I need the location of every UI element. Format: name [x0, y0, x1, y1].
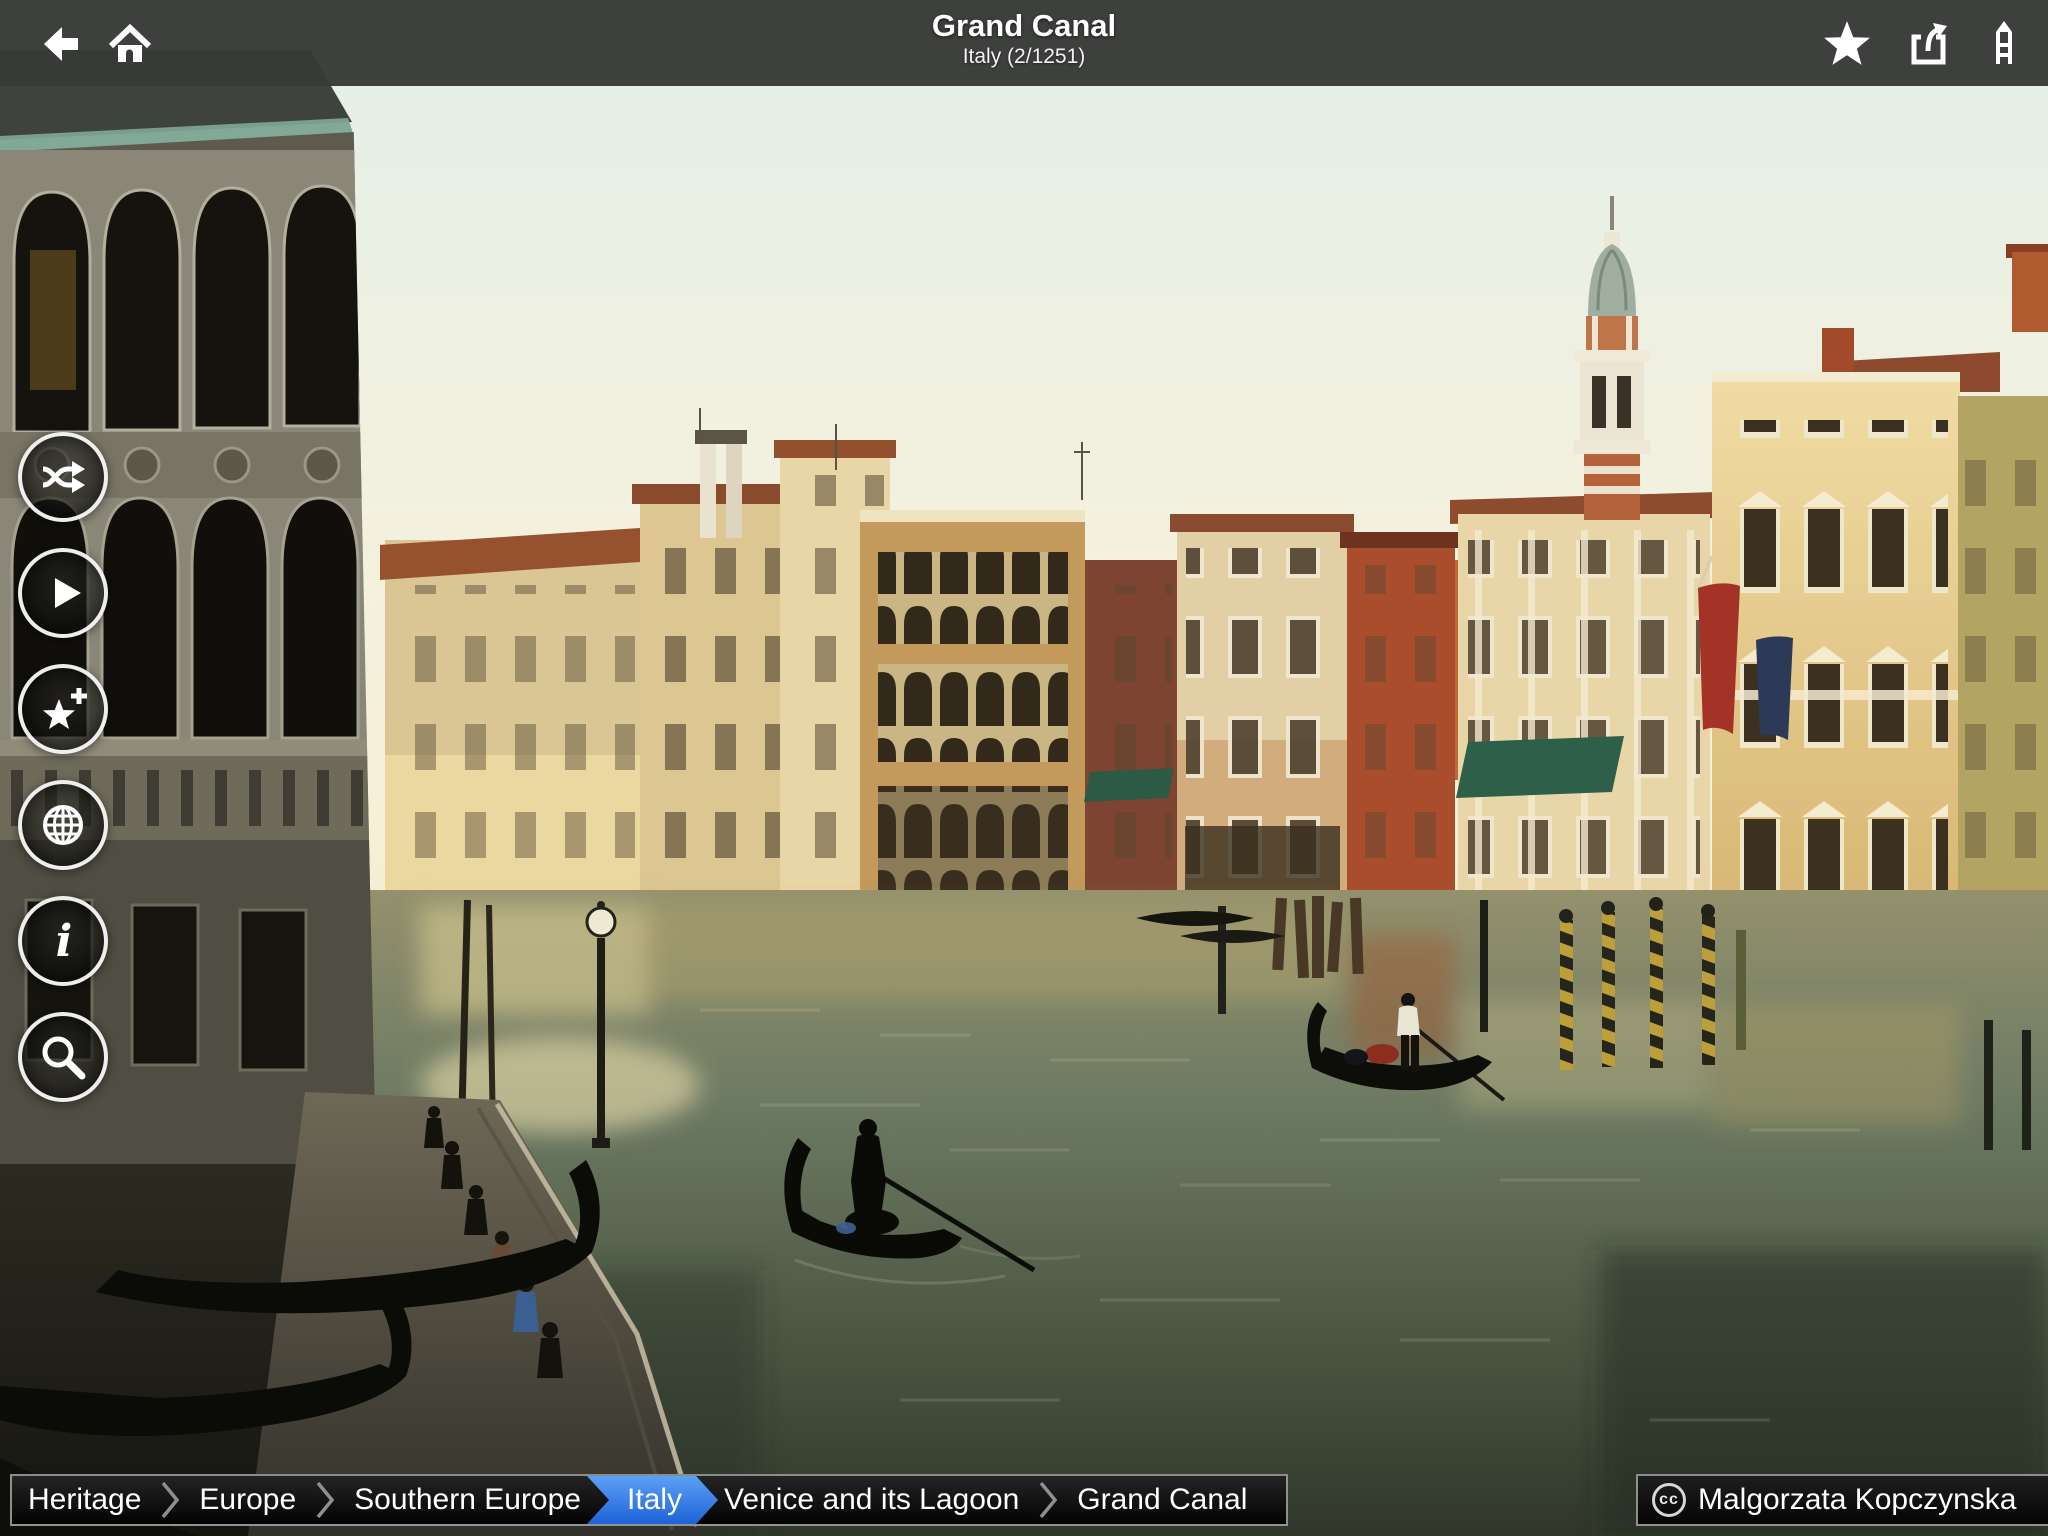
- home-button[interactable]: [98, 0, 162, 86]
- svg-text:i: i: [56, 916, 73, 967]
- add-favorite-button[interactable]: [18, 664, 108, 754]
- photo-grand-canal[interactable]: [0, 0, 2048, 1536]
- chevron-right-icon: [157, 1476, 183, 1524]
- creative-commons-icon: cc: [1652, 1483, 1686, 1517]
- attribution-author: Malgorzata Kopczynska: [1698, 1483, 2017, 1517]
- breadcrumb-item-venice-lagoon[interactable]: Venice and its Lagoon: [708, 1476, 1035, 1524]
- tower-button[interactable]: [1972, 0, 2036, 86]
- photo-title-block: Grand Canal Italy (2/1251): [932, 7, 1116, 69]
- play-icon: [37, 567, 89, 619]
- breadcrumb-item-grand-canal[interactable]: Grand Canal: [1061, 1476, 1263, 1524]
- breadcrumb-item-europe[interactable]: Europe: [183, 1476, 312, 1524]
- info-icon: i: [37, 915, 89, 967]
- search-icon: [37, 1031, 89, 1083]
- home-icon: [106, 19, 154, 67]
- breadcrumb-item-heritage[interactable]: Heritage: [12, 1476, 157, 1524]
- chevron-right-icon: [312, 1476, 338, 1524]
- attribution[interactable]: cc Malgorzata Kopczynska: [1636, 1474, 2048, 1526]
- star-icon: [1822, 18, 1872, 68]
- shuffle-button[interactable]: [18, 432, 108, 522]
- breadcrumb-item-italy-active[interactable]: Italy: [587, 1476, 718, 1524]
- favorite-button[interactable]: [1815, 0, 1879, 86]
- star-plus-icon: [37, 683, 89, 735]
- chevron-right-icon: [1035, 1476, 1061, 1524]
- share-button[interactable]: [1897, 0, 1961, 86]
- share-icon: [1905, 19, 1953, 67]
- globe-button[interactable]: [18, 780, 108, 870]
- search-button[interactable]: [18, 1012, 108, 1102]
- shuffle-icon: [37, 451, 89, 503]
- play-slideshow-button[interactable]: [18, 548, 108, 638]
- green-awning-large: [1456, 736, 1624, 798]
- breadcrumb-item-southern-europe[interactable]: Southern Europe: [338, 1476, 597, 1524]
- tower-icon: [1980, 19, 2028, 67]
- info-button[interactable]: i: [18, 896, 108, 986]
- top-bar: Grand Canal Italy (2/1251): [0, 0, 2048, 86]
- back-arrow-icon: [34, 19, 82, 67]
- gothic-palace: [860, 510, 1085, 908]
- photo-subtitle: Italy (2/1251): [932, 44, 1116, 69]
- back-button[interactable]: [26, 0, 90, 86]
- green-awning-small: [1084, 768, 1174, 802]
- breadcrumb: Heritage Europe Southern Europe Italy Ve…: [10, 1474, 1288, 1526]
- globe-icon: [37, 799, 89, 851]
- photo-viewer-app: Grand Canal Italy (2/1251): [0, 0, 2048, 1536]
- photo-title: Grand Canal: [932, 7, 1116, 44]
